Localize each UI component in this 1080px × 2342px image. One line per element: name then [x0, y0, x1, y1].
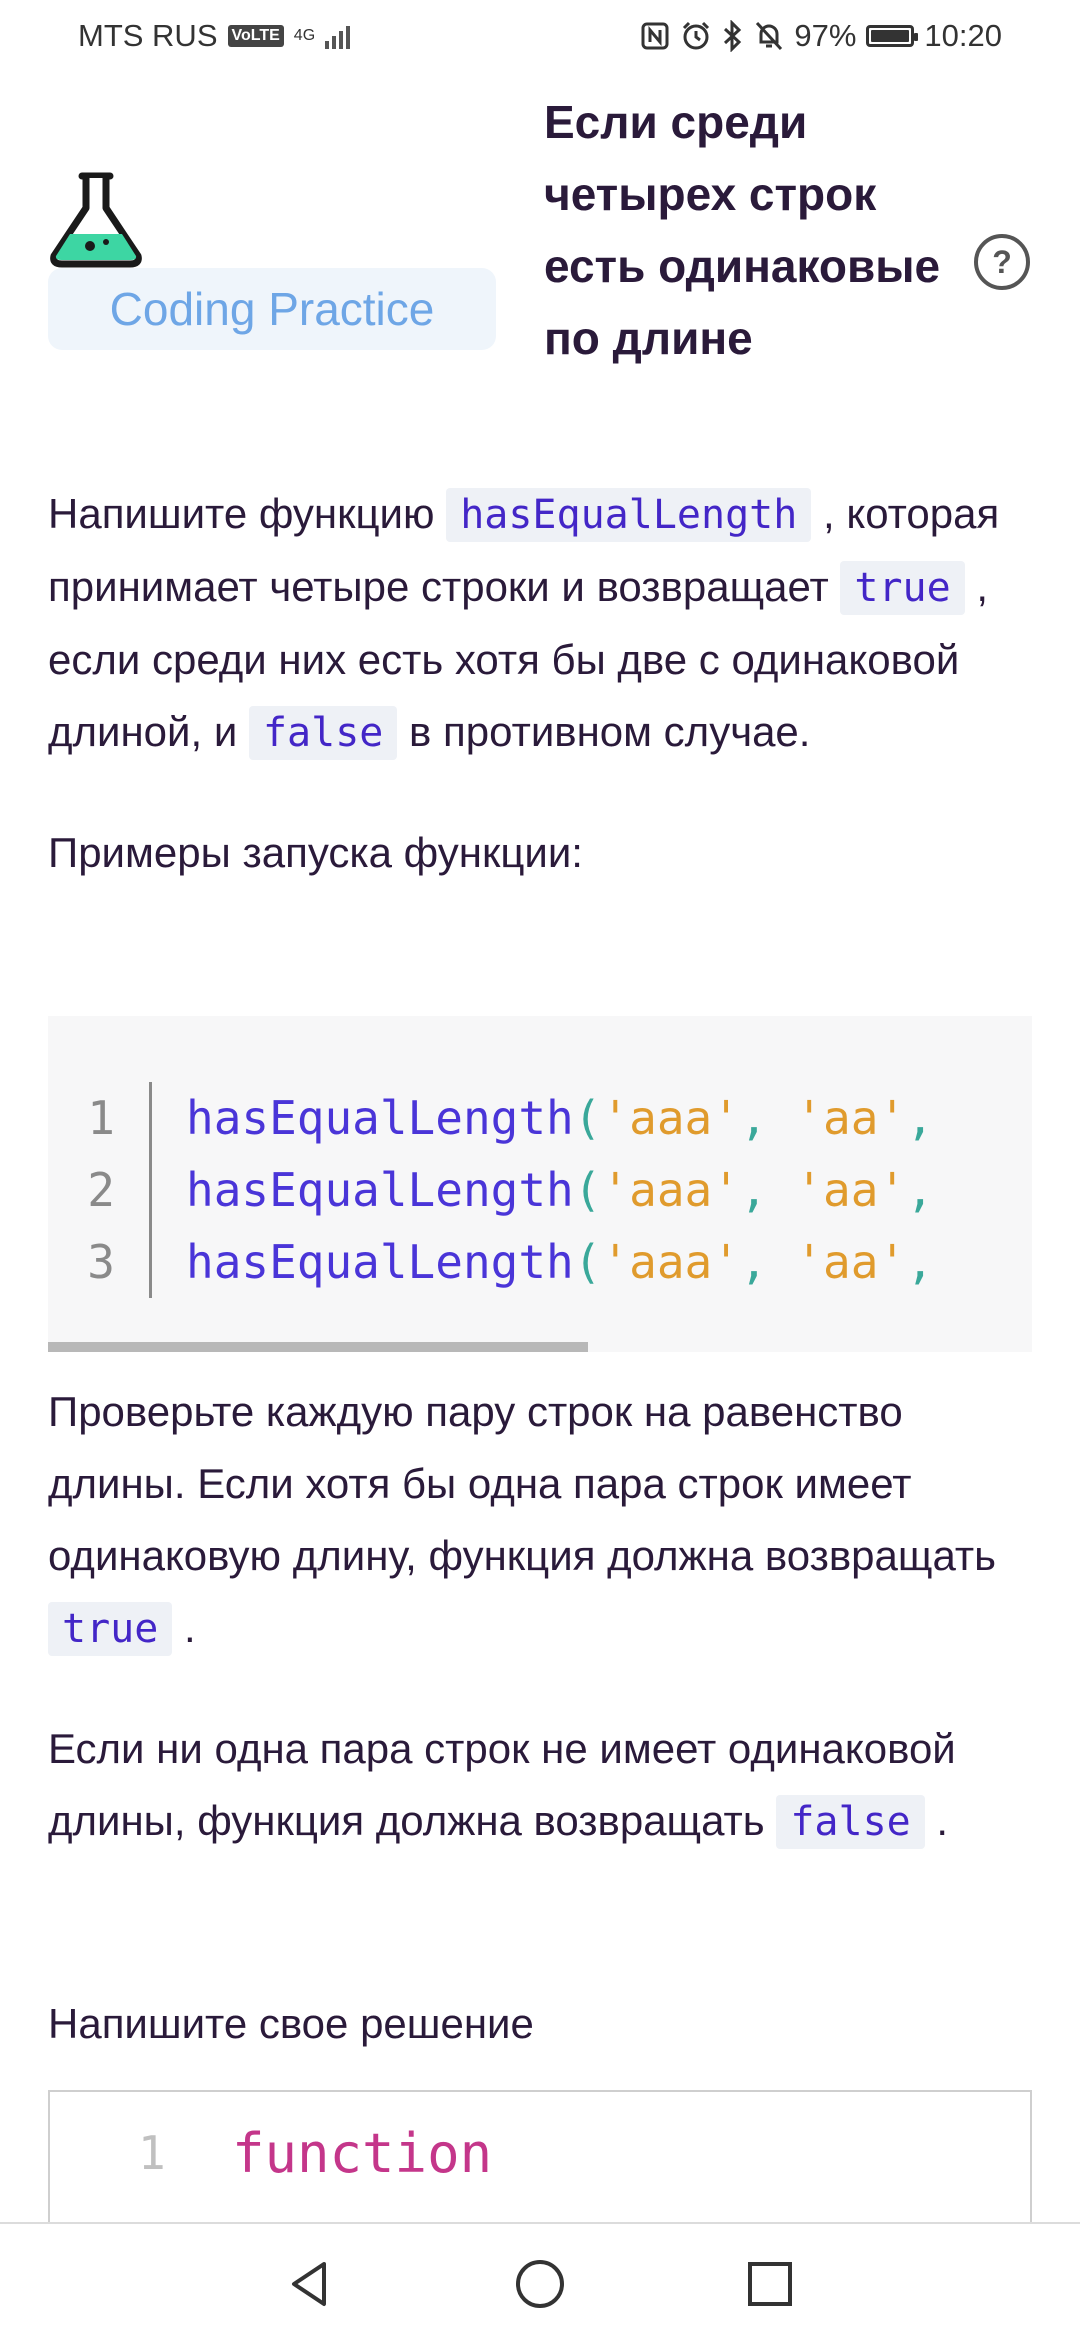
line-number: 2	[48, 1154, 152, 1226]
recents-icon[interactable]	[740, 2254, 800, 2314]
code-lines: 1 hasEqualLength('aaa', 'aa', 2 hasEqualLen…	[48, 1082, 934, 1298]
string-literal: 'aa'	[795, 1235, 907, 1289]
line-number: 1	[48, 1082, 152, 1154]
solution-label: Напишите свое решение	[48, 2000, 534, 2047]
battery-percent: 97%	[794, 18, 857, 53]
task-title: Если среди четырех строк есть одинаковые…	[544, 96, 941, 364]
text: .	[924, 1797, 949, 1844]
task-explanation: Проверьте каждую пару строк на равенство…	[48, 1376, 1032, 1858]
alarm-icon	[683, 21, 710, 50]
inline-code: true	[48, 1602, 173, 1656]
horizontal-scrollbar[interactable]	[48, 1342, 588, 1352]
function-name: hasEqualLength	[186, 1163, 574, 1217]
text: Напишите функцию	[48, 490, 447, 537]
comma: ,	[739, 1163, 796, 1217]
comma: ,	[906, 1235, 934, 1289]
paren: (	[573, 1235, 602, 1289]
carrier-info: MTS RUS VoLTE 4G	[78, 18, 351, 54]
system-icons: 97% 10:20	[640, 18, 1002, 54]
bluetooth-icon	[724, 20, 742, 52]
battery-icon	[866, 25, 919, 47]
inline-code: hasEqualLength	[446, 488, 812, 542]
examples-heading: Примеры запуска функции:	[48, 829, 583, 876]
help-icon[interactable]: ?	[972, 232, 1032, 292]
clock: 10:20	[924, 18, 1002, 53]
code-text: hasEqualLength('aaa', 'aa',	[152, 1082, 934, 1154]
mute-icon	[756, 21, 783, 51]
navigation-bar	[0, 2222, 1080, 2342]
editor-line-number: 1	[138, 2126, 166, 2180]
carrier-name: MTS RUS	[78, 18, 218, 53]
inline-code: false	[248, 706, 398, 760]
network-type: 4G	[293, 27, 316, 44]
description-paragraph: Напишите функцию hasEqualLength , котора…	[48, 478, 1032, 769]
flask-icon	[50, 172, 142, 268]
volte-icon: VoLTE	[227, 25, 284, 47]
line-number: 3	[48, 1226, 152, 1298]
comma: ,	[906, 1091, 934, 1145]
example-code-block[interactable]: 1 hasEqualLength('aaa', 'aa', 2 hasEqualLen…	[48, 1016, 1032, 1352]
string-literal: 'aa'	[795, 1091, 907, 1145]
code-text: hasEqualLength('aaa', 'aa',	[152, 1226, 934, 1298]
task-description: Напишите функцию hasEqualLength , котора…	[48, 478, 1032, 949]
comma: ,	[739, 1091, 796, 1145]
editor-code-text[interactable]: function	[232, 2122, 492, 2185]
explanation-paragraph: Проверьте каждую пару строк на равенство…	[48, 1376, 1032, 1665]
code-line: 2 hasEqualLength('aaa', 'aa',	[48, 1154, 934, 1226]
back-icon[interactable]	[280, 2254, 340, 2314]
nfc-icon	[641, 22, 669, 50]
paren: (	[573, 1091, 602, 1145]
string-literal: 'aaa'	[601, 1091, 740, 1145]
code-line: 1 hasEqualLength('aaa', 'aa',	[48, 1082, 934, 1154]
explanation-paragraph: Если ни одна пара строк не имеет одинако…	[48, 1713, 1032, 1858]
task-header: Coding Practice Если среди четырех строк…	[0, 72, 1080, 452]
status-bar: MTS RUS VoLTE 4G 97% 10:20	[0, 0, 1080, 72]
code-text: hasEqualLength('aaa', 'aa',	[152, 1154, 934, 1226]
signal-icon	[325, 23, 351, 49]
function-name: hasEqualLength	[186, 1235, 574, 1289]
function-name: hasEqualLength	[186, 1091, 574, 1145]
string-literal: 'aaa'	[601, 1163, 740, 1217]
text: .	[172, 1604, 196, 1651]
string-literal: 'aa'	[795, 1163, 907, 1217]
code-line: 3 hasEqualLength('aaa', 'aa',	[48, 1226, 934, 1298]
home-icon[interactable]	[510, 2254, 570, 2314]
inline-code: true	[840, 561, 965, 615]
category-badge: Coding Practice	[48, 268, 496, 350]
text: в противном случае.	[397, 708, 811, 755]
code-editor[interactable]: 1 function	[48, 2090, 1032, 2230]
string-literal: 'aaa'	[601, 1235, 740, 1289]
paren: (	[573, 1163, 602, 1217]
svg-text:?: ?	[992, 244, 1012, 280]
text: Проверьте каждую пару строк на равенство…	[48, 1388, 996, 1579]
inline-code: false	[776, 1795, 925, 1849]
comma: ,	[906, 1163, 934, 1217]
comma: ,	[739, 1235, 796, 1289]
